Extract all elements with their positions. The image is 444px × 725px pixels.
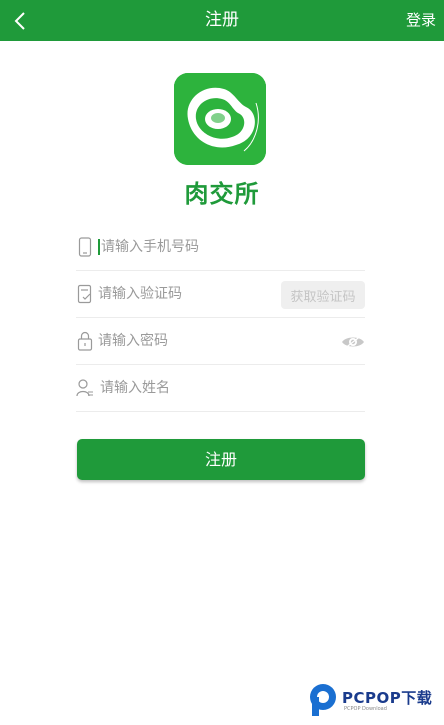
- code-row: 获取验证码: [76, 271, 365, 318]
- text-cursor: [98, 239, 100, 255]
- pcpop-logo-icon: [310, 684, 336, 716]
- register-form: 获取验证码: [76, 224, 365, 412]
- watermark-subtext: PCPOP Download: [344, 706, 387, 712]
- watermark-text: PCPOP下载: [342, 689, 433, 707]
- header-bar: 注册 登录: [0, 0, 444, 41]
- password-input[interactable]: [98, 326, 365, 356]
- register-submit-button[interactable]: 注册: [77, 439, 365, 480]
- name-row: [76, 365, 365, 412]
- app-logo: [174, 73, 266, 165]
- user-icon: [76, 377, 94, 399]
- register-page: 注册 登录 肉交所 请输入手机号码 请输入验证码 获取验证码 请输入姓名 注册 …: [0, 0, 444, 725]
- watermark: PCPOP下载 PCPOP Download: [308, 683, 442, 719]
- lock-icon: [76, 330, 94, 352]
- phone-icon: [76, 236, 94, 258]
- login-link[interactable]: 登录: [406, 0, 436, 41]
- document-check-icon: [76, 283, 94, 305]
- get-code-button[interactable]: 获取验证码: [281, 281, 365, 309]
- password-row: [76, 318, 365, 365]
- app-name: 肉交所: [184, 180, 260, 208]
- name-input[interactable]: [100, 373, 365, 403]
- page-title: 注册: [205, 10, 239, 30]
- eye-icon: [342, 334, 364, 350]
- meat-steak-logo-icon: [174, 73, 266, 165]
- phone-row: [76, 224, 365, 271]
- password-visibility-toggle[interactable]: [341, 332, 365, 352]
- phone-input[interactable]: [101, 232, 365, 262]
